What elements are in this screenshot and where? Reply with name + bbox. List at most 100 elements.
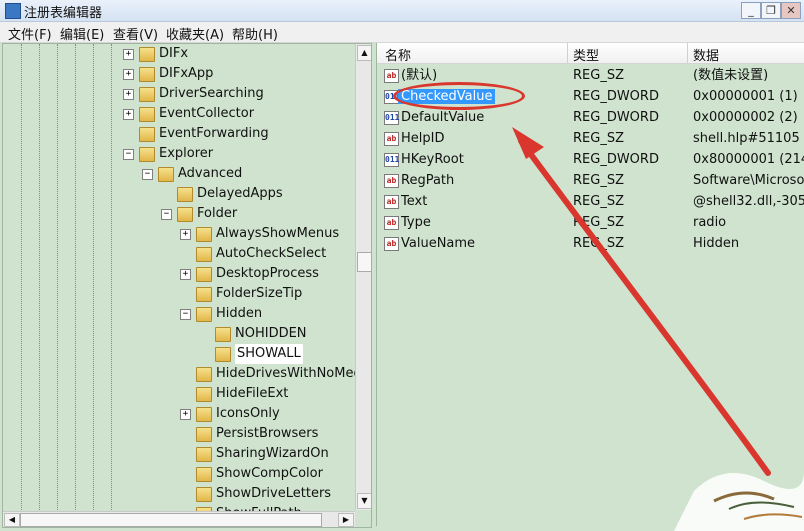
tree-item-label: HideFileExt	[216, 386, 289, 401]
tree-item-label: Folder	[197, 206, 238, 221]
folder-icon	[139, 87, 155, 102]
tree-item-label: Explorer	[159, 146, 214, 161]
value-name: HKeyRoot	[401, 149, 464, 170]
tree-horizontal-scrollbar[interactable]: ◀ ▶	[3, 511, 355, 527]
folder-icon	[196, 307, 212, 322]
menu-bar: 文件(F) 编辑(E) 查看(V) 收藏夹(A) 帮助(H)	[0, 22, 804, 43]
tree-guide-line	[111, 44, 112, 514]
tree-item-label: DriverSearching	[159, 86, 264, 101]
title-bar: 注册表编辑器 _ ❐ ✕	[0, 0, 804, 22]
tree-item-label: AlwaysShowMenus	[216, 226, 340, 241]
string-value-icon: ab	[384, 195, 399, 209]
tree-guide-line	[93, 44, 94, 514]
column-header-name[interactable]: 名称	[385, 45, 411, 64]
tree-item-label: ShowDriveLetters	[216, 486, 332, 501]
value-row[interactable]: ab HelpID REG_SZ shell.hlp#51105	[377, 128, 804, 149]
registry-tree-pane[interactable]: + DIFx + DIFxApp + DriverSearching + EventColle…	[2, 43, 372, 528]
collapse-minus-icon[interactable]: −	[142, 169, 153, 180]
value-data: 0x00000001 (1)	[693, 89, 798, 104]
expand-plus-icon[interactable]: +	[180, 229, 191, 240]
tree-vertical-scrollbar[interactable]: ▲ ▼	[355, 44, 371, 510]
tree-item-label: AutoCheckSelect	[216, 246, 327, 261]
tree-item-label: ShowCompColor	[216, 466, 323, 481]
tree-item-label: IconsOnly	[216, 406, 280, 421]
value-name-text: HKeyRoot	[401, 152, 464, 167]
folder-icon	[196, 287, 212, 302]
value-row[interactable]: abRegPath REG_SZ Software\Microsoft\Window…	[377, 170, 804, 191]
folder-icon	[158, 167, 174, 182]
tree-item-label: HideDrivesWithNoMedi	[216, 366, 366, 381]
scroll-up-arrow-icon[interactable]: ▲	[357, 45, 371, 61]
folder-icon	[196, 367, 212, 382]
value-name-text: Type	[401, 215, 431, 230]
scroll-left-arrow-icon[interactable]: ◀	[4, 513, 20, 527]
tree-item-label: EventCollector	[159, 106, 255, 121]
value-row[interactable]: ab Type REG_SZ radio	[377, 212, 804, 233]
collapse-minus-icon[interactable]: −	[161, 209, 172, 220]
expand-plus-icon[interactable]: +	[180, 409, 191, 420]
folder-icon	[196, 427, 212, 442]
value-row[interactable]: 011HKeyRoot REG_DWORD 0x80000001 (21474836…	[377, 149, 804, 170]
minimize-button[interactable]: _	[741, 2, 761, 19]
folder-icon	[215, 347, 231, 362]
value-data: @shell32.dll,-30500	[693, 194, 804, 209]
value-row[interactable]: abText REG_SZ @shell32.dll,-30500	[377, 191, 804, 212]
string-value-icon: ab	[384, 174, 399, 188]
collapse-minus-icon[interactable]: −	[123, 149, 134, 160]
folder-icon	[139, 147, 155, 162]
menu-edit[interactable]: 编辑(E)	[60, 24, 104, 43]
string-value-icon: ab	[384, 237, 399, 251]
tree-item-label: Hidden	[216, 306, 263, 321]
column-divider[interactable]	[687, 43, 688, 63]
tree-item-label: DIFxApp	[159, 66, 214, 81]
column-divider[interactable]	[567, 43, 568, 63]
value-data: radio	[693, 215, 727, 230]
scroll-right-arrow-icon[interactable]: ▶	[338, 513, 354, 527]
scroll-down-arrow-icon[interactable]: ▼	[357, 493, 371, 509]
menu-view[interactable]: 查看(V)	[113, 24, 158, 43]
close-button[interactable]: ✕	[781, 2, 801, 19]
value-name: HelpID	[401, 128, 444, 149]
tree-item-label: PersistBrowsers	[216, 426, 319, 441]
menu-favorites[interactable]: 收藏夹(A)	[166, 24, 224, 43]
binary-value-icon: 011	[384, 111, 399, 125]
value-data: Hidden	[693, 236, 740, 251]
expand-plus-icon[interactable]: +	[123, 49, 134, 60]
value-row[interactable]: 011 DefaultValue REG_DWORD 0x00000002 (2)	[377, 107, 804, 128]
tree-item-label: SharingWizardOn	[216, 446, 329, 461]
expand-plus-icon[interactable]: +	[123, 89, 134, 100]
decorative-corner-artwork	[674, 471, 804, 531]
value-type: REG_DWORD	[573, 110, 659, 125]
column-header-data[interactable]: 数据	[693, 45, 719, 64]
value-name: Text	[401, 191, 427, 212]
tree-guide-line	[57, 44, 58, 514]
value-row[interactable]: ab ValueName REG_SZ Hidden	[377, 233, 804, 254]
restore-button[interactable]: ❐	[761, 2, 781, 19]
expand-plus-icon[interactable]: +	[180, 269, 191, 280]
collapse-minus-icon[interactable]: −	[180, 309, 191, 320]
folder-icon	[139, 47, 155, 62]
value-type: REG_DWORD	[573, 89, 659, 104]
string-value-icon: ab	[384, 216, 399, 230]
tree-item-label: DIFx	[159, 46, 189, 61]
expand-plus-icon[interactable]: +	[123, 69, 134, 80]
folder-icon	[139, 107, 155, 122]
value-name: Type	[401, 212, 431, 233]
tree-item-label: DelayedApps	[197, 186, 283, 201]
expand-plus-icon[interactable]: +	[123, 109, 134, 120]
menu-help[interactable]: 帮助(H)	[232, 24, 278, 43]
value-type: REG_SZ	[573, 194, 624, 209]
scroll-thumb[interactable]	[357, 252, 371, 272]
value-data: shell.hlp#51105	[693, 131, 800, 146]
value-type: REG_SZ	[573, 236, 624, 251]
folder-icon	[215, 327, 231, 342]
value-name: ValueName	[401, 233, 475, 254]
value-row[interactable]: 011 CheckedValue REG_DWORD 0x00000001 (1)	[377, 82, 804, 110]
column-header-type[interactable]: 类型	[573, 45, 599, 64]
menu-file[interactable]: 文件(F)	[8, 24, 52, 43]
scroll-thumb[interactable]	[20, 513, 322, 527]
value-type: REG_SZ	[573, 131, 624, 146]
folder-icon	[196, 487, 212, 502]
folder-icon	[139, 127, 155, 142]
value-type: REG_SZ	[573, 173, 624, 188]
